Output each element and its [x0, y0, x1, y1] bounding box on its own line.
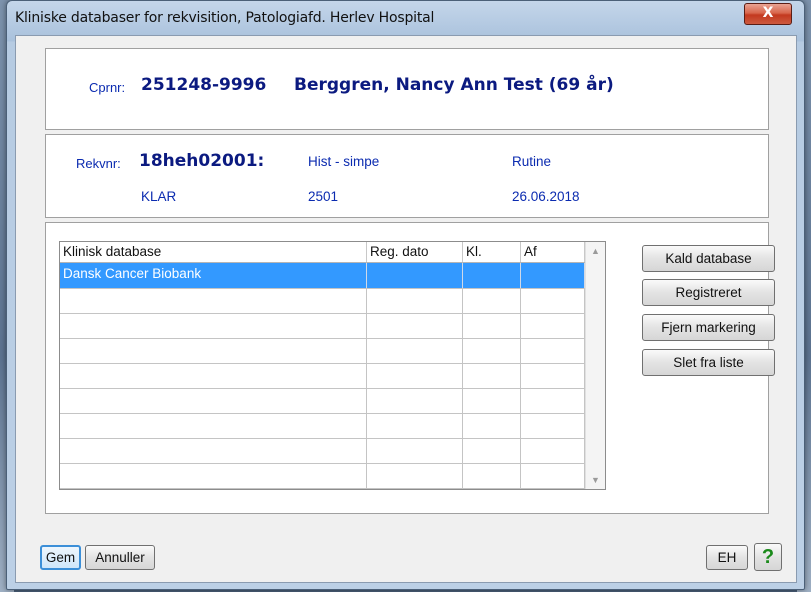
help-icon[interactable]: ?: [754, 543, 782, 571]
cell-database: Dansk Cancer Biobank: [60, 263, 367, 288]
cell-kl: [463, 463, 521, 488]
cell-kl: [463, 338, 521, 363]
cell-af: [521, 388, 585, 413]
table-row[interactable]: [60, 338, 585, 364]
cell-database: [60, 438, 367, 463]
call-database-button[interactable]: Kald database: [642, 245, 775, 272]
cell-reg-date: [367, 288, 463, 313]
requisition-date: 26.06.2018: [512, 189, 580, 204]
cell-af: [521, 288, 585, 313]
requisition-type: Hist - simpe: [308, 154, 380, 169]
cell-database: [60, 413, 367, 438]
requisition-priority: Rutine: [512, 154, 552, 169]
rekvnr-value: 18heh02001:: [139, 151, 265, 171]
cell-kl: [463, 363, 521, 388]
cell-reg-date: [367, 313, 463, 338]
column-header-reg-date[interactable]: Reg. dato: [367, 242, 463, 262]
cell-af: [521, 313, 585, 338]
cell-reg-date: [367, 263, 463, 288]
cell-reg-date: [367, 388, 463, 413]
table-row[interactable]: [60, 438, 585, 464]
table-row[interactable]: [60, 313, 585, 339]
clinical-database-grid[interactable]: Klinisk database Reg. dato Kl. Af Dansk …: [59, 241, 606, 490]
requisition-status: KLAR: [141, 189, 177, 204]
cell-database: [60, 338, 367, 363]
cell-af: [521, 438, 585, 463]
table-row[interactable]: [60, 413, 585, 439]
cell-database: [60, 313, 367, 338]
cell-af: [521, 413, 585, 438]
delete-from-list-button[interactable]: Slet fra liste: [642, 349, 775, 376]
cell-kl: [463, 288, 521, 313]
cell-reg-date: [367, 438, 463, 463]
cell-kl: [463, 413, 521, 438]
grid-header: Klinisk database Reg. dato Kl. Af: [60, 242, 585, 263]
window-title: Kliniske databaser for rekvisition, Pato…: [15, 10, 435, 26]
cell-database: [60, 363, 367, 388]
table-row[interactable]: [60, 463, 585, 489]
cell-database: [60, 388, 367, 413]
column-header-kl[interactable]: Kl.: [463, 242, 521, 262]
table-row[interactable]: [60, 388, 585, 414]
cancel-button[interactable]: Annuller: [85, 545, 155, 570]
patient-panel: Cprnr: 251248-9996 Berggren, Nancy Ann T…: [45, 48, 769, 130]
patient-name: Berggren, Nancy Ann Test (69 år): [294, 75, 614, 95]
table-row[interactable]: Dansk Cancer Biobank: [60, 263, 585, 289]
cell-kl: [463, 438, 521, 463]
dialog-window: Kliniske databaser for rekvisition, Pato…: [6, 0, 805, 590]
cell-reg-date: [367, 363, 463, 388]
scroll-down-icon[interactable]: ▼: [586, 471, 605, 489]
cell-af: [521, 363, 585, 388]
rekvnr-label: Rekvnr:: [76, 156, 121, 171]
grid-scrollbar[interactable]: ▲ ▼: [585, 242, 605, 489]
save-button[interactable]: Gem: [40, 545, 81, 570]
eh-button[interactable]: EH: [706, 545, 748, 570]
cprnr-value: 251248-9996: [141, 75, 267, 95]
cell-af: [521, 463, 585, 488]
table-row[interactable]: [60, 363, 585, 389]
cell-kl: [463, 313, 521, 338]
cell-reg-date: [367, 413, 463, 438]
registered-button[interactable]: Registreret: [642, 279, 775, 306]
cell-af: [521, 263, 585, 288]
dialog-client-area: Cprnr: 251248-9996 Berggren, Nancy Ann T…: [15, 35, 797, 583]
cell-database: [60, 288, 367, 313]
cell-kl: [463, 388, 521, 413]
remove-mark-button[interactable]: Fjern markering: [642, 314, 775, 341]
cprnr-label: Cprnr:: [89, 80, 126, 95]
scroll-up-icon[interactable]: ▲: [586, 242, 605, 260]
table-row[interactable]: [60, 288, 585, 314]
close-button[interactable]: X: [744, 3, 792, 25]
cell-reg-date: [367, 463, 463, 488]
requisition-code: 2501: [308, 189, 339, 204]
cell-kl: [463, 263, 521, 288]
database-panel: Klinisk database Reg. dato Kl. Af Dansk …: [45, 222, 775, 514]
cell-af: [521, 338, 585, 363]
column-header-database[interactable]: Klinisk database: [60, 242, 367, 262]
cell-reg-date: [367, 338, 463, 363]
requisition-panel: Rekvnr: 18heh02001: Hist - simpe Rutine …: [45, 134, 769, 218]
cell-database: [60, 463, 367, 488]
column-header-af[interactable]: Af: [521, 242, 585, 262]
title-bar[interactable]: Kliniske databaser for rekvisition, Pato…: [7, 1, 804, 35]
